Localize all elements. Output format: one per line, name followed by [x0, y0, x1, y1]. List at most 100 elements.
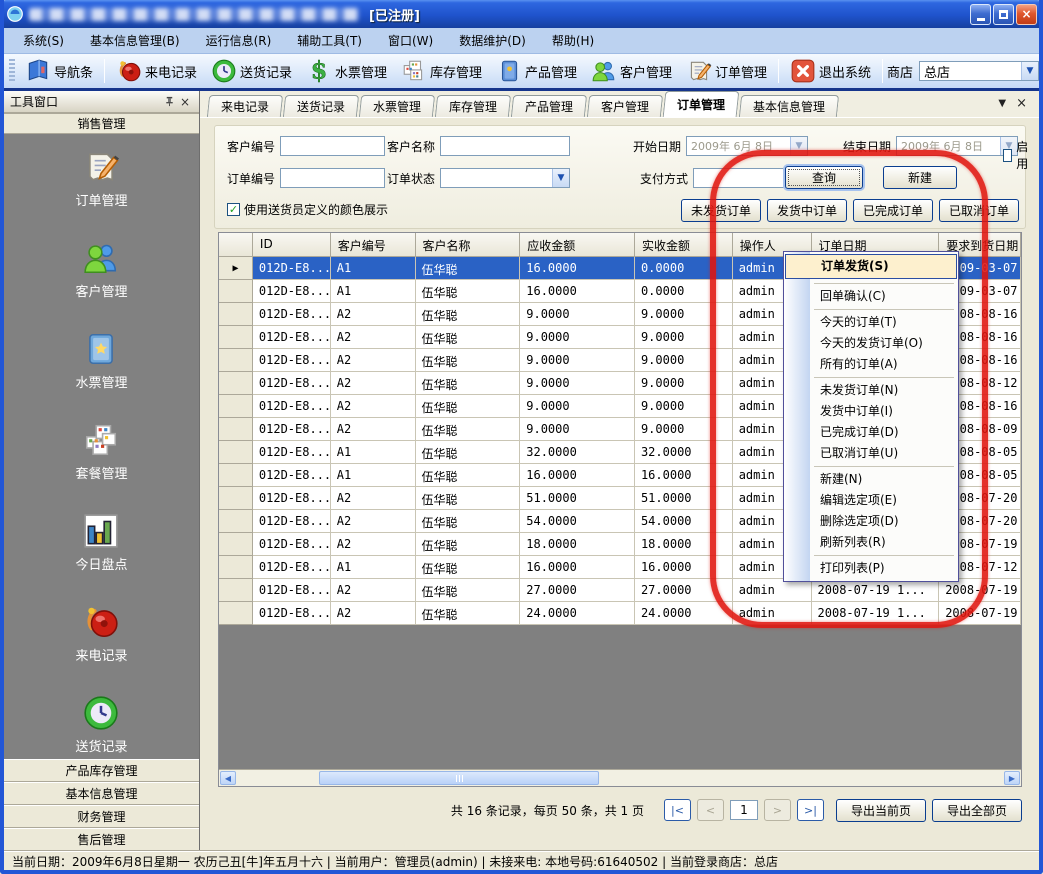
menubar-item[interactable]: 帮助(H) — [539, 28, 607, 53]
export-all-pages-button[interactable]: 导出全部页 — [932, 799, 1022, 822]
status-filter-button[interactable]: 已取消订单 — [939, 199, 1019, 222]
sidebar-item[interactable]: 套餐管理 — [75, 421, 127, 482]
row-selector[interactable] — [219, 533, 253, 556]
grid-column-header[interactable]: 实收金额 — [635, 233, 733, 257]
new-button[interactable]: 新建 — [883, 166, 957, 189]
context-menu-item[interactable]: 刷新列表(R) — [784, 532, 958, 553]
tab-来电记录[interactable]: 来电记录 — [207, 95, 283, 117]
menubar-item[interactable]: 辅助工具(T) — [284, 28, 375, 53]
sidebar-item[interactable]: 订单管理 — [75, 148, 127, 209]
context-menu-item[interactable]: 今天的订单(T) — [784, 312, 958, 333]
chevron-down-icon[interactable]: ▼ — [1021, 62, 1038, 80]
context-menu-item[interactable]: 已完成订单(D) — [784, 422, 958, 443]
customer-no-input[interactable] — [280, 136, 385, 156]
context-menu-item[interactable]: 未发货订单(N) — [784, 380, 958, 401]
row-selector[interactable] — [219, 510, 253, 533]
sidebar-item[interactable]: 来电记录 — [75, 603, 127, 664]
row-selector[interactable] — [219, 602, 253, 625]
customer-name-input[interactable] — [440, 136, 570, 156]
toolbar-button[interactable]: 送货记录 — [204, 56, 299, 86]
menubar-item[interactable]: 基本信息管理(B) — [77, 28, 193, 53]
grid-column-header[interactable]: ID — [253, 233, 331, 257]
row-selector[interactable] — [219, 280, 253, 303]
scroll-left-icon[interactable]: ◀ — [220, 771, 236, 785]
sidebar-item[interactable]: 送货记录 — [75, 694, 127, 755]
order-no-input[interactable] — [280, 168, 385, 188]
last-page-button[interactable]: >| — [797, 799, 824, 821]
toolbar-button[interactable]: 来电记录 — [109, 56, 204, 86]
scrollbar-thumb[interactable] — [319, 771, 599, 785]
start-date-picker[interactable]: 2009年 6月 8日 ▼ — [686, 136, 808, 156]
row-selector[interactable] — [219, 372, 253, 395]
horizontal-scrollbar[interactable]: ◀ ▶ — [219, 769, 1021, 786]
prev-page-button[interactable]: < — [697, 799, 724, 821]
menubar-item[interactable]: 运行信息(R) — [193, 28, 285, 53]
tab-库存管理[interactable]: 库存管理 — [435, 95, 511, 117]
context-menu-item[interactable]: 打印列表(P) — [784, 558, 958, 579]
sidebar-group-sales[interactable]: 销售管理 — [4, 113, 199, 134]
query-button[interactable]: 查询 — [785, 166, 863, 189]
color-display-checkbox[interactable]: ✓ — [227, 203, 240, 216]
menubar-item[interactable]: 窗口(W) — [375, 28, 446, 53]
sidebar-item[interactable]: 水票管理 — [75, 330, 127, 391]
tab-订单管理[interactable]: 订单管理 — [663, 91, 740, 117]
table-row[interactable]: 012D-E8...A2伍华聪27.000027.0000admin2008-0… — [219, 579, 1021, 602]
order-status-select[interactable]: ▼ — [440, 168, 570, 188]
tab-close-icon[interactable]: × — [1016, 96, 1027, 111]
tab-list-dropdown-icon[interactable]: ▼ — [998, 98, 1006, 109]
row-selector[interactable] — [219, 441, 253, 464]
toolbar-button[interactable]: 导航条 — [18, 56, 100, 86]
row-selector[interactable] — [219, 418, 253, 441]
shop-select[interactable]: 总店 ▼ — [919, 61, 1039, 81]
sidebar-item[interactable]: 今日盘点 — [75, 512, 127, 573]
row-selector[interactable] — [219, 487, 253, 510]
enable-checkbox[interactable] — [1003, 149, 1012, 162]
pin-icon[interactable] — [161, 94, 177, 110]
close-button[interactable]: × — [1016, 4, 1037, 25]
context-menu-item[interactable]: 今天的发货订单(O) — [784, 333, 958, 354]
sidebar-group-bar[interactable]: 基本信息管理 — [4, 782, 199, 805]
sidebar-group-bar[interactable]: 财务管理 — [4, 805, 199, 828]
tab-水票管理[interactable]: 水票管理 — [359, 95, 435, 117]
status-filter-button[interactable]: 未发货订单 — [681, 199, 761, 222]
row-selector[interactable] — [219, 556, 253, 579]
context-menu-item[interactable]: 编辑选定项(E) — [784, 490, 958, 511]
toolbar-button[interactable]: 客户管理 — [584, 56, 679, 86]
export-current-page-button[interactable]: 导出当前页 — [836, 799, 926, 822]
context-menu-item[interactable]: 发货中订单(I) — [784, 401, 958, 422]
tab-送货记录[interactable]: 送货记录 — [283, 95, 359, 117]
tab-产品管理[interactable]: 产品管理 — [511, 95, 587, 117]
toolbar-button[interactable]: 产品管理 — [489, 56, 584, 86]
row-selector[interactable] — [219, 326, 253, 349]
status-filter-button[interactable]: 已完成订单 — [853, 199, 933, 222]
table-row[interactable]: 012D-E8...A2伍华聪24.000024.0000admin2008-0… — [219, 602, 1021, 625]
toolbar-button[interactable]: 库存管理 — [394, 56, 489, 86]
first-page-button[interactable]: |< — [664, 799, 691, 821]
row-selector[interactable] — [219, 349, 253, 372]
sidebar-item[interactable]: 客户管理 — [75, 239, 127, 300]
tab-客户管理[interactable]: 客户管理 — [587, 95, 663, 117]
toolbar-button-exit[interactable]: 退出系统 — [783, 56, 878, 86]
end-date-picker[interactable]: 2009年 6月 8日 ▼ — [896, 136, 1018, 156]
next-page-button[interactable]: > — [764, 799, 791, 821]
grid-column-header[interactable]: 应收金额 — [520, 233, 635, 257]
toolbar-grip[interactable] — [9, 59, 15, 83]
context-menu-item[interactable]: 回单确认(C) — [784, 286, 958, 307]
row-selector[interactable] — [219, 303, 253, 326]
row-selector[interactable]: ▶ — [219, 257, 253, 280]
page-number-input[interactable] — [730, 800, 758, 820]
menubar-item[interactable]: 系统(S) — [10, 28, 77, 53]
close-icon[interactable]: × — [177, 94, 193, 110]
grid-column-header[interactable]: 客户编号 — [331, 233, 416, 257]
sidebar-group-bar[interactable]: 售后管理 — [4, 828, 199, 851]
menubar-item[interactable]: 数据维护(D) — [446, 28, 539, 53]
minimize-button[interactable] — [970, 4, 991, 25]
grid-column-header[interactable]: 客户名称 — [416, 233, 521, 257]
scroll-right-icon[interactable]: ▶ — [1004, 771, 1020, 785]
toolbar-button[interactable]: 订单管理 — [679, 56, 774, 86]
context-menu-item[interactable]: 已取消订单(U) — [784, 443, 958, 464]
status-filter-button[interactable]: 发货中订单 — [767, 199, 847, 222]
context-menu-item[interactable]: 新建(N) — [784, 469, 958, 490]
row-selector[interactable] — [219, 464, 253, 487]
sidebar-group-bar[interactable]: 产品库存管理 — [4, 759, 199, 782]
